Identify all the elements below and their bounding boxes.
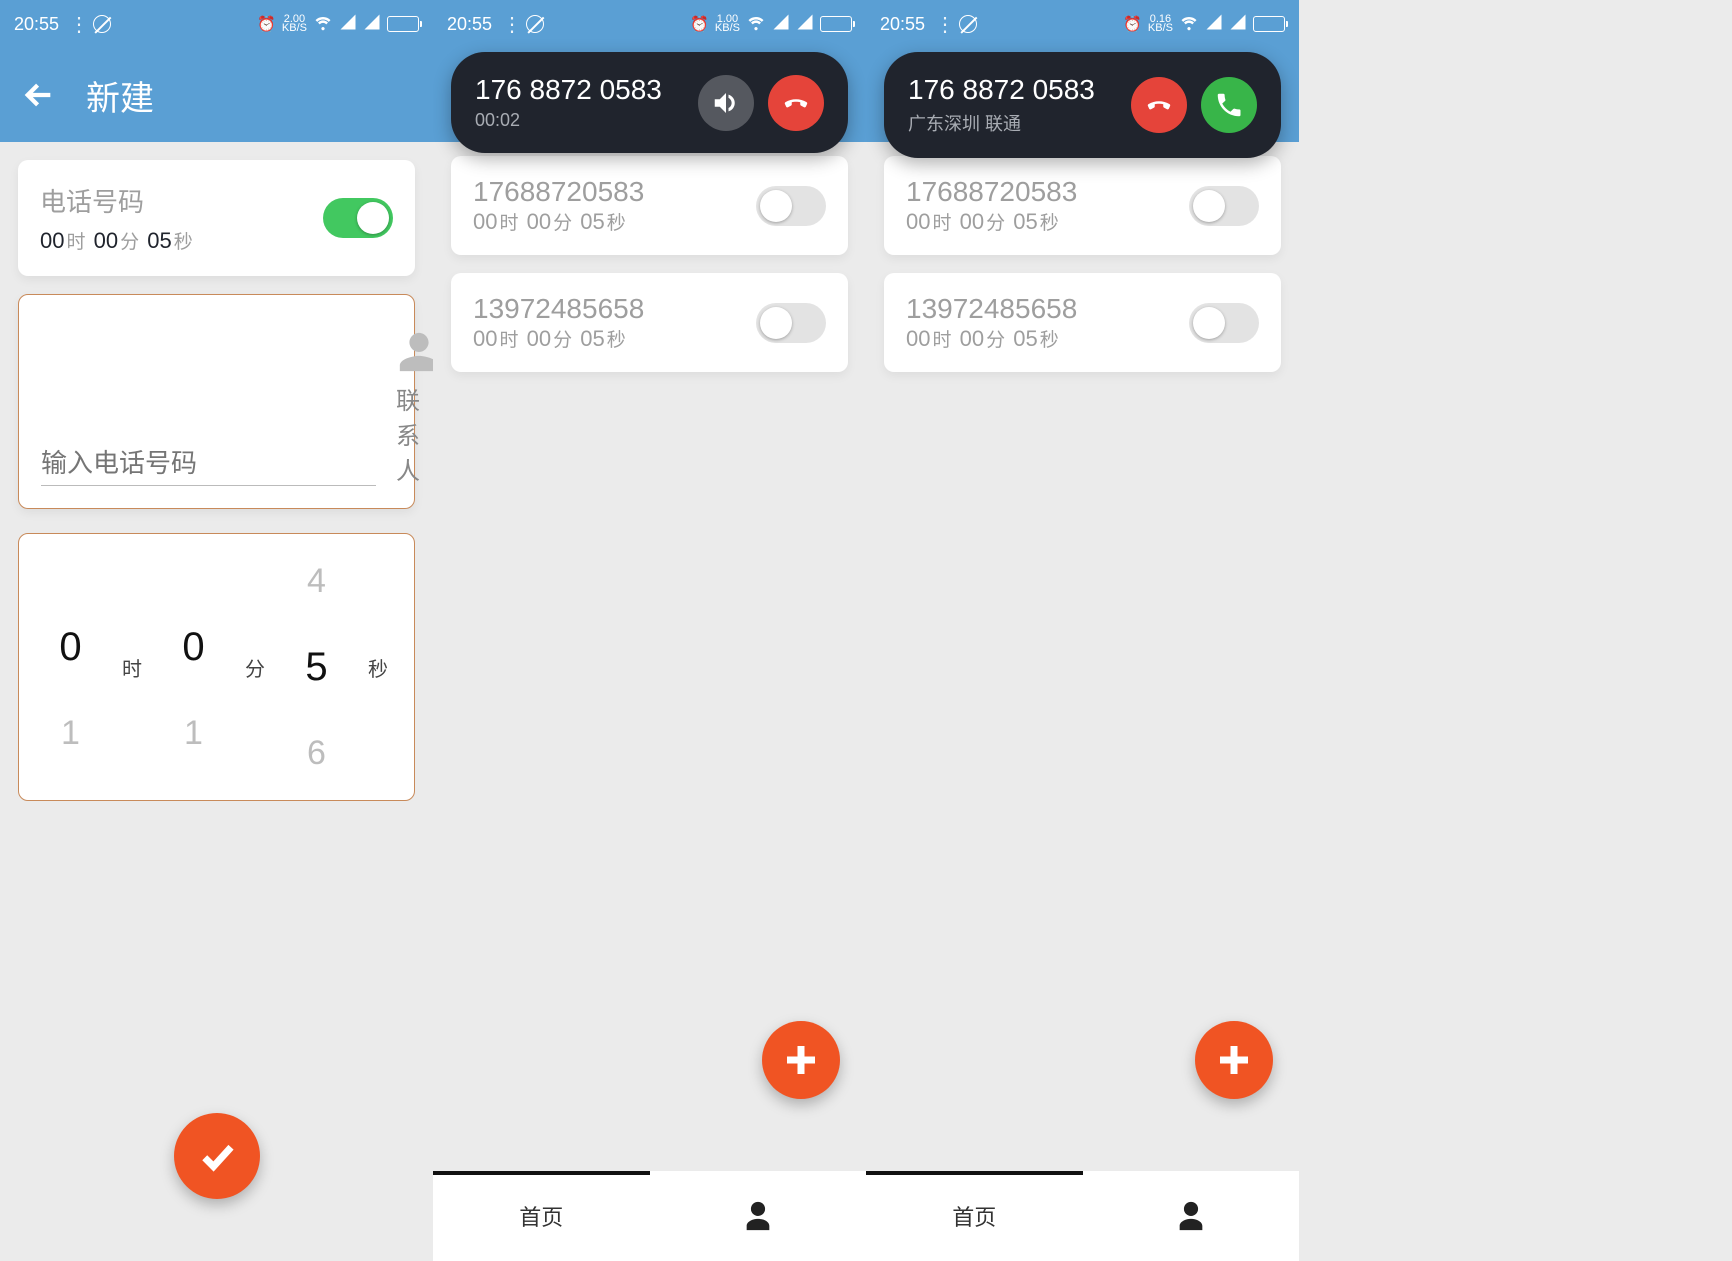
back-button[interactable] xyxy=(20,76,58,114)
picker-minute-next: 1 xyxy=(184,714,203,753)
no-disturb-icon xyxy=(526,15,544,33)
signal-icon-2 xyxy=(363,13,381,35)
list-phone: 17688720583 xyxy=(473,176,756,208)
picker-hour-col[interactable]: 0 1 xyxy=(37,581,104,753)
picker-hour-current: 0 xyxy=(59,625,81,670)
add-fab[interactable] xyxy=(762,1021,840,1099)
list-item[interactable]: 13972485658 00时 00分 05秒 xyxy=(451,273,848,372)
status-right: ⏰ 0.16KB/S xyxy=(1123,12,1285,36)
add-fab[interactable] xyxy=(1195,1021,1273,1099)
padding-strip xyxy=(1299,0,1732,1261)
list-toggle[interactable] xyxy=(756,186,826,226)
accept-button[interactable] xyxy=(1201,77,1257,133)
status-right: ⏰ 2.00KB/S xyxy=(257,12,419,36)
duration-display: 00时 00分 05秒 xyxy=(40,227,323,254)
header-title: 新建 xyxy=(86,71,154,120)
nav-home[interactable]: 首页 xyxy=(866,1171,1083,1261)
call-number: 176 8872 0583 xyxy=(475,74,684,106)
status-time: 20:55 xyxy=(14,14,59,35)
call-overlay: 176 8872 0583 广东深圳 联通 xyxy=(884,52,1281,158)
call-duration: 00:02 xyxy=(475,110,684,131)
status-bar: 20:55 ⋮ ⏰ 2.00KB/S xyxy=(0,0,433,48)
phone-label: 电话号码 xyxy=(40,182,323,219)
wifi-icon xyxy=(746,12,766,36)
wifi-icon xyxy=(313,12,333,36)
list-duration: 00时 00分 05秒 xyxy=(906,325,1189,352)
screen-new: 20:55 ⋮ ⏰ 2.00KB/S 新建 电话号码 00时 00分 xyxy=(0,0,433,1261)
status-right: ⏰ 1.00KB/S xyxy=(690,12,852,36)
nav-home[interactable]: 首页 xyxy=(433,1171,650,1261)
picker-second-col[interactable]: 4 5 6 xyxy=(283,562,350,773)
net-speed: 1.00KB/S xyxy=(715,15,740,34)
list-item[interactable]: 17688720583 00时 00分 05秒 xyxy=(451,156,848,255)
no-disturb-icon xyxy=(93,15,111,33)
bottom-nav: 首页 xyxy=(866,1171,1299,1261)
signal-icon-1 xyxy=(772,13,790,35)
list-duration: 00时 00分 05秒 xyxy=(473,208,756,235)
status-dots-icon: ⋮ xyxy=(935,12,951,37)
status-time: 20:55 xyxy=(447,14,492,35)
list-toggle[interactable] xyxy=(756,303,826,343)
alarm-icon: ⏰ xyxy=(690,15,709,33)
list-phone: 13972485658 xyxy=(473,293,756,325)
status-dots-icon: ⋮ xyxy=(502,12,518,37)
call-location: 广东深圳 联通 xyxy=(908,110,1117,136)
nav-profile[interactable] xyxy=(650,1171,867,1261)
picker-second-prev: 4 xyxy=(307,562,326,601)
signal-icon-1 xyxy=(339,13,357,35)
list-item[interactable]: 13972485658 00时 00分 05秒 xyxy=(884,273,1281,372)
net-speed: 2.00KB/S xyxy=(282,15,307,34)
decline-button[interactable] xyxy=(1131,77,1187,133)
speaker-button[interactable] xyxy=(698,75,754,131)
call-number: 176 8872 0583 xyxy=(908,74,1117,106)
bottom-nav: 首页 xyxy=(433,1171,866,1261)
signal-icon-2 xyxy=(796,13,814,35)
contact-button[interactable]: 联系人 xyxy=(396,329,433,486)
status-bar: 20:55 ⋮ ⏰ 1.00KB/S xyxy=(433,0,866,48)
enable-toggle[interactable] xyxy=(323,198,393,238)
list-phone: 17688720583 xyxy=(906,176,1189,208)
list-duration: 00时 00分 05秒 xyxy=(473,325,756,352)
nav-profile[interactable] xyxy=(1083,1171,1300,1261)
picker-second-unit: 秒 xyxy=(360,653,396,682)
signal-icon-1 xyxy=(1205,13,1223,35)
picker-hour-next: 1 xyxy=(61,714,80,753)
alarm-icon: ⏰ xyxy=(1123,15,1142,33)
time-picker[interactable]: 0 1 时 0 1 分 4 5 6 秒 xyxy=(18,533,415,801)
contact-label: 联系人 xyxy=(396,381,433,486)
battery-icon xyxy=(820,16,852,32)
picker-second-next: 6 xyxy=(307,734,326,773)
no-disturb-icon xyxy=(959,15,977,33)
confirm-fab[interactable] xyxy=(174,1113,260,1199)
picker-hour-unit: 时 xyxy=(114,653,150,682)
input-card: 联系人 xyxy=(18,294,415,509)
list-phone: 13972485658 xyxy=(906,293,1189,325)
picker-minute-col[interactable]: 0 1 xyxy=(160,581,227,753)
wifi-icon xyxy=(1179,12,1199,36)
list-toggle[interactable] xyxy=(1189,303,1259,343)
list-item[interactable]: 17688720583 00时 00分 05秒 xyxy=(884,156,1281,255)
screen-list-calling: 20:55 ⋮ ⏰ 1.00KB/S 17688720583 00时 00分 0… xyxy=(433,0,866,1261)
signal-icon-2 xyxy=(1229,13,1247,35)
picker-second-current: 5 xyxy=(305,645,327,690)
battery-icon xyxy=(387,16,419,32)
header-bar: 新建 xyxy=(0,48,433,142)
picker-minute-current: 0 xyxy=(182,625,204,670)
net-speed: 0.16KB/S xyxy=(1148,15,1173,34)
screen-list-incoming: 20:55 ⋮ ⏰ 0.16KB/S 17688720583 00时 00分 0… xyxy=(866,0,1299,1261)
battery-icon xyxy=(1253,16,1285,32)
status-dots-icon: ⋮ xyxy=(69,12,85,37)
list-duration: 00时 00分 05秒 xyxy=(906,208,1189,235)
status-time: 20:55 xyxy=(880,14,925,35)
phone-input[interactable] xyxy=(41,442,376,486)
list-toggle[interactable] xyxy=(1189,186,1259,226)
hangup-button[interactable] xyxy=(768,75,824,131)
call-overlay: 176 8872 0583 00:02 xyxy=(451,52,848,153)
picker-minute-unit: 分 xyxy=(237,653,273,682)
status-bar: 20:55 ⋮ ⏰ 0.16KB/S xyxy=(866,0,1299,48)
card-phone-toggle: 电话号码 00时 00分 05秒 xyxy=(18,160,415,276)
alarm-icon: ⏰ xyxy=(257,15,276,33)
